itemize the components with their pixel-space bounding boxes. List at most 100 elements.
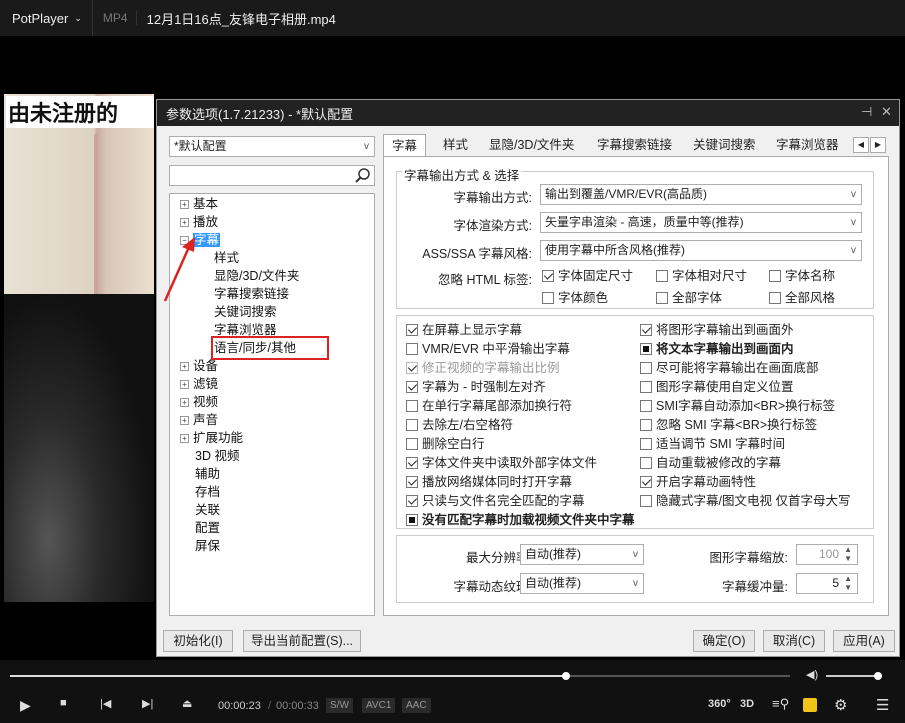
- volume-icon[interactable]: ◀): [806, 668, 818, 681]
- reset-button[interactable]: 初始化(I): [163, 630, 233, 652]
- buffer-stepper[interactable]: 5 ▲ ▼: [796, 573, 858, 594]
- chevron-down-icon: v: [633, 549, 638, 560]
- tab-search-links[interactable]: 字幕搜索链接: [597, 134, 672, 156]
- max-resolution-select[interactable]: 自动(推荐) v: [520, 544, 644, 565]
- seek-knob[interactable]: [562, 672, 570, 680]
- checkbox-add-newline[interactable]: 在单行字幕尾部添加换行符: [406, 399, 572, 414]
- expand-icon[interactable]: +: [180, 200, 189, 209]
- tree-item-assist[interactable]: 辅助: [195, 466, 220, 482]
- close-icon[interactable]: ✕: [881, 104, 892, 120]
- checkbox-font-color[interactable]: 字体颜色: [542, 291, 608, 306]
- 3d-icon[interactable]: 3D: [740, 698, 754, 710]
- search-icon[interactable]: [355, 168, 371, 184]
- checkbox-text-inside[interactable]: 将文本字幕输出到画面内: [640, 342, 794, 357]
- tree-search-input[interactable]: [169, 165, 375, 186]
- stepper-icon[interactable]: ▲ ▼: [844, 545, 852, 563]
- checkbox-adjust-smi-time[interactable]: 适当调节 SMI 字幕时间: [640, 437, 785, 452]
- checkbox-bottom-output[interactable]: 尽可能将字幕输出在画面底部: [640, 361, 819, 376]
- badge-avc1[interactable]: AVC1: [362, 698, 396, 713]
- tree-item-playback[interactable]: + 播放: [180, 214, 218, 230]
- tree-item-video[interactable]: + 视频: [180, 394, 218, 410]
- badge-aac[interactable]: AAC: [402, 698, 431, 713]
- tree-item-style[interactable]: 样式: [214, 250, 239, 266]
- checkbox-show-subtitles[interactable]: 在屏幕上显示字幕: [406, 323, 522, 338]
- expand-icon[interactable]: +: [180, 434, 189, 443]
- tab-visibility[interactable]: 显隐/3D/文件夹: [489, 134, 574, 156]
- app-menu-button[interactable]: PotPlayer ⌄: [0, 0, 93, 36]
- menu-icon[interactable]: ☰: [876, 696, 889, 714]
- next-icon[interactable]: ▶|: [142, 697, 153, 710]
- checkbox-auto-reload[interactable]: 自动重载被修改的字幕: [640, 456, 781, 471]
- checkbox-force-left-align[interactable]: 字幕为 - 时强制左对齐: [406, 380, 546, 395]
- tab-style[interactable]: 样式: [443, 134, 468, 156]
- checkbox-trim-spaces[interactable]: 去除左/右空格符: [406, 418, 513, 433]
- expand-icon[interactable]: +: [180, 416, 189, 425]
- tree-item-screensaver[interactable]: 屏保: [195, 538, 220, 554]
- tree-item-basic[interactable]: + 基本: [180, 196, 218, 212]
- tree-item-archive[interactable]: 存档: [195, 484, 220, 500]
- badge-sw[interactable]: S/W: [326, 698, 353, 713]
- checkbox-folder-subtitles[interactable]: 没有匹配字幕时加载视频文件夹中字幕: [406, 513, 635, 528]
- tree-item-filter[interactable]: + 滤镜: [180, 376, 218, 392]
- seek-bar[interactable]: [10, 672, 790, 680]
- anim-texture-select[interactable]: 自动(推荐) v: [520, 573, 644, 594]
- settings-icon[interactable]: ⚙: [834, 696, 847, 714]
- tree-item-association[interactable]: 关联: [195, 502, 220, 518]
- expand-icon[interactable]: +: [180, 380, 189, 389]
- tab-next-icon[interactable]: ▶: [870, 137, 886, 153]
- checkbox-font-relative-size[interactable]: 字体相对尺寸: [656, 269, 747, 284]
- tab-prev-icon[interactable]: ◀: [853, 137, 869, 153]
- tree-item-keyword[interactable]: 关键词搜索: [214, 304, 277, 320]
- checkbox-all-styles[interactable]: 全部风格: [769, 291, 835, 306]
- play-icon[interactable]: ▶: [20, 697, 31, 714]
- tab-browser[interactable]: 字幕浏览器: [776, 134, 839, 156]
- profile-select[interactable]: *默认配置 v: [169, 136, 375, 157]
- subtitle-icon[interactable]: [803, 698, 817, 712]
- tab-keyword[interactable]: 关键词搜索: [693, 134, 756, 156]
- checkbox-exact-match[interactable]: 只读与文件名完全匹配的字幕: [406, 494, 585, 509]
- video-area[interactable]: 由未注册的: [4, 94, 154, 602]
- checkbox-font-name[interactable]: 字体名称: [769, 269, 835, 284]
- subtitle-search-icon[interactable]: ≡⚲: [772, 696, 789, 712]
- tree-item-visibility[interactable]: 显隐/3D/文件夹: [214, 268, 299, 284]
- checkbox-custom-position[interactable]: 图形字幕使用自定义位置: [640, 380, 794, 395]
- tree-item-3d-video[interactable]: 3D 视频: [195, 448, 239, 464]
- checkbox-caption-capital[interactable]: 隐藏式字幕/图文电视 仅首字母大写: [640, 494, 850, 509]
- render-select[interactable]: 矢量字串渲染 - 高速，质量中等(推荐) v: [540, 212, 862, 233]
- checkbox-smooth-vmr[interactable]: VMR/EVR 中平滑输出字幕: [406, 342, 570, 357]
- ok-button[interactable]: 确定(O): [693, 630, 755, 652]
- expand-icon[interactable]: +: [180, 362, 189, 371]
- checkbox-remove-blank-lines[interactable]: 删除空白行: [406, 437, 485, 452]
- tab-subtitle[interactable]: 字幕: [383, 134, 427, 156]
- tree-item-config[interactable]: 配置: [195, 520, 220, 536]
- checkbox-network-subtitles[interactable]: 播放网络媒体同时打开字幕: [406, 475, 572, 490]
- checkbox-all-fonts[interactable]: 全部字体: [656, 291, 722, 306]
- checkbox-fix-ratio[interactable]: 修正视频的字幕输出比例: [406, 361, 560, 376]
- checkbox-ignore-smi-br[interactable]: 忽略 SMI 字幕<BR>换行标签: [640, 418, 817, 433]
- stepper-icon[interactable]: ▲ ▼: [844, 574, 852, 592]
- eject-icon[interactable]: ⏏: [182, 697, 192, 710]
- tree-item-search-links[interactable]: 字幕搜索链接: [214, 286, 289, 302]
- graphic-scale-stepper[interactable]: 100 ▲ ▼: [796, 544, 858, 565]
- time-current: 00:00:23: [218, 700, 261, 712]
- checkbox-graphic-outside[interactable]: 将图形字幕输出到画面外: [640, 323, 794, 338]
- apply-button[interactable]: 应用(A): [833, 630, 895, 652]
- 360-icon[interactable]: 360°: [708, 698, 731, 710]
- tree-item-extensions[interactable]: + 扩展功能: [180, 430, 243, 446]
- ass-select[interactable]: 使用字幕中所含风格(推荐) v: [540, 240, 862, 261]
- tree-item-device[interactable]: + 设备: [180, 358, 218, 374]
- expand-icon[interactable]: +: [180, 218, 189, 227]
- stop-icon[interactable]: ■: [60, 697, 67, 709]
- tree-item-audio[interactable]: + 声音: [180, 412, 218, 428]
- expand-icon[interactable]: +: [180, 398, 189, 407]
- checkbox-font-fixed-size[interactable]: 字体固定尺寸: [542, 269, 633, 284]
- prev-icon[interactable]: |◀: [100, 697, 111, 710]
- checkbox-smi-auto-br[interactable]: SMI字幕自动添加<BR>换行标签: [640, 399, 835, 414]
- pin-icon[interactable]: ⊣: [861, 104, 872, 120]
- volume-slider[interactable]: [826, 672, 882, 680]
- checkbox-external-fonts[interactable]: 字体文件夹中读取外部字体文件: [406, 456, 597, 471]
- cancel-button[interactable]: 取消(C): [763, 630, 825, 652]
- export-config-button[interactable]: 导出当前配置(S)...: [243, 630, 361, 652]
- checkbox-animation[interactable]: 开启字幕动画特性: [640, 475, 756, 490]
- output-select[interactable]: 输出到覆盖/VMR/EVR(高品质) v: [540, 184, 862, 205]
